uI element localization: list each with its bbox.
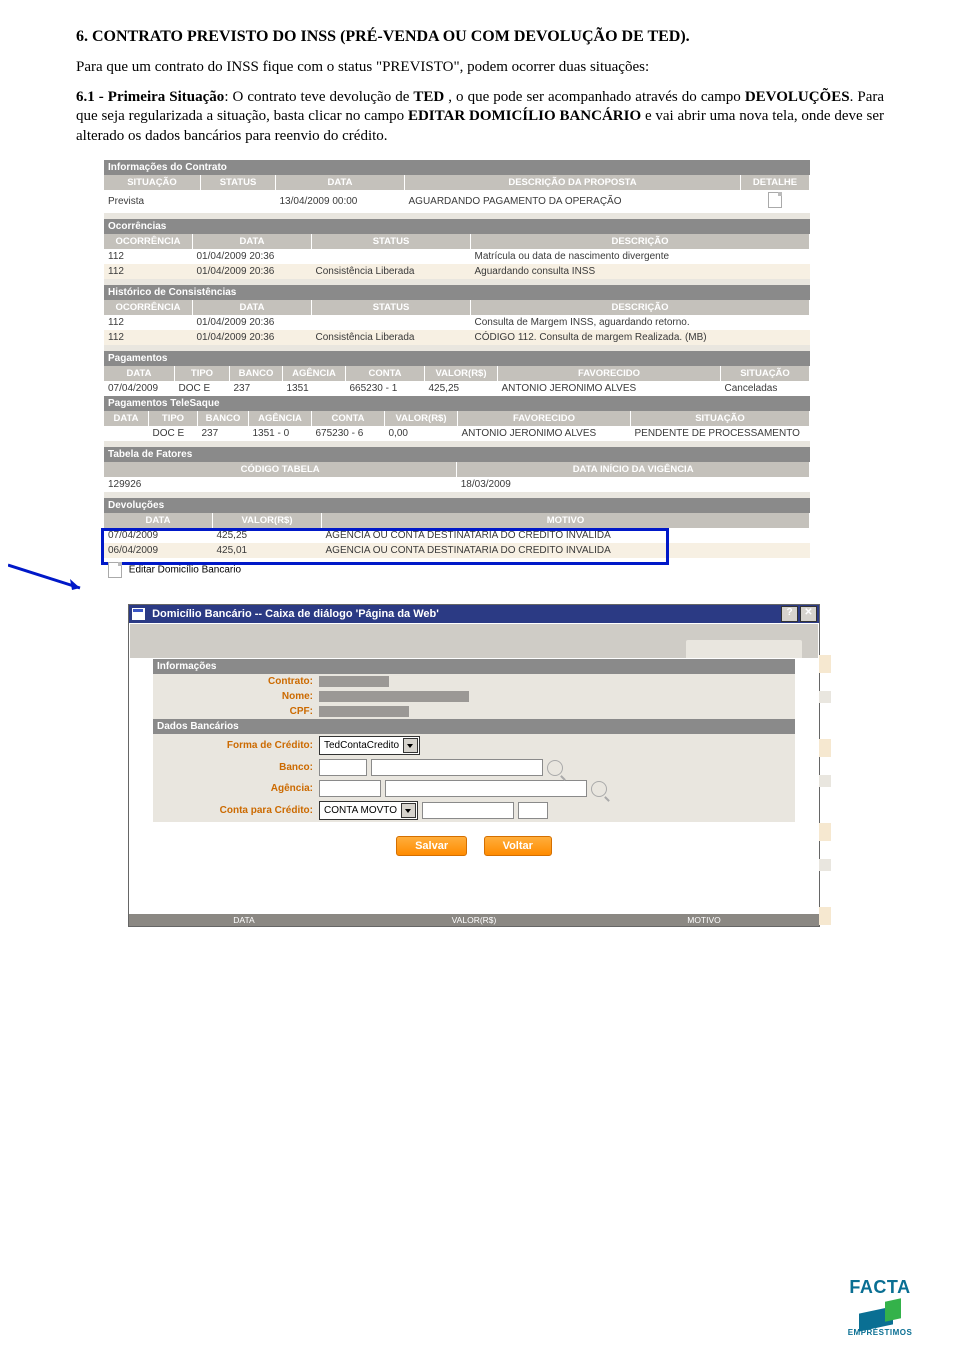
section-dados-bancarios: Dados Bancários — [153, 719, 795, 734]
facta-logo: FACTA EMPRÉSTIMOS — [830, 1277, 930, 1337]
callout-arrow-icon — [8, 560, 92, 600]
conta-num-input[interactable] — [422, 802, 514, 819]
conta-dig-input[interactable] — [518, 802, 548, 819]
salvar-button[interactable]: Salvar — [396, 836, 467, 856]
close-button[interactable]: ✕ — [800, 606, 817, 622]
banco-name-input[interactable] — [371, 759, 543, 776]
section-historico: Histórico de Consistências — [104, 285, 810, 300]
section-tabela-fatores: Tabela de Fatores — [104, 447, 810, 462]
dialog-footer: DATAVALOR(R$)MOTIVO — [129, 914, 819, 926]
table-historico: OCORRÊNCIA DATA STATUS DESCRIÇÃO 11201/0… — [104, 300, 810, 345]
dialog-title-text: Domicílio Bancário -- Caixa de diálogo '… — [152, 608, 439, 620]
dialog-domicilio-bancario: Domicílio Bancário -- Caixa de diálogo '… — [128, 604, 820, 927]
table-fatores: CÓDIGO TABELADATA INÍCIO DA VIGÊNCIA 129… — [104, 462, 810, 492]
edit-icon — [108, 562, 122, 578]
search-icon[interactable] — [591, 781, 607, 797]
banco-code-input[interactable] — [319, 759, 367, 776]
table-devolucoes: DATAVALOR(R$)MOTIVO 07/04/2009425,25AGEN… — [104, 513, 810, 558]
voltar-button[interactable]: Voltar — [484, 836, 552, 856]
decorative-stripes — [819, 655, 831, 925]
paragraph-intro: Para que um contrato do INSS fique com o… — [76, 58, 884, 78]
section-informacoes: Informações — [153, 659, 795, 674]
paragraph-61: 6.1 - Primeira Situação: O contrato teve… — [76, 88, 884, 147]
chevron-down-icon — [401, 803, 416, 818]
section-info-contrato: Informações do Contrato — [104, 160, 810, 175]
dialog-titlebar: Domicílio Bancário -- Caixa de diálogo '… — [129, 605, 819, 623]
section-ocorrencias: Ocorrências — [104, 219, 810, 234]
section-pagamentos: Pagamentos — [104, 351, 810, 366]
conta-credito-select[interactable]: CONTA MOVTO — [319, 801, 418, 820]
section-heading: 6. CONTRATO PREVISTO DO INSS (PRÉ-VENDA … — [76, 28, 884, 46]
table-info-contrato: SITUAÇÃO STATUS DATA DESCRIÇÃO DA PROPOS… — [104, 175, 810, 213]
agencia-code-input[interactable] — [319, 780, 381, 797]
section-devolucoes: Devoluções — [104, 498, 810, 513]
table-telesaque: DATA TIPO BANCO AGÊNCIA CONTA VALOR(R$) … — [104, 411, 810, 441]
table-pagamentos: DATA TIPO BANCO AGÊNCIA CONTA VALOR(R$) … — [104, 366, 810, 396]
chevron-down-icon — [403, 738, 418, 753]
detail-icon[interactable] — [768, 192, 782, 208]
forma-credito-select[interactable]: TedContaCredito — [319, 736, 420, 755]
editar-domicilio-link[interactable]: Editar Domicílio Bancario — [104, 558, 810, 582]
search-icon[interactable] — [547, 760, 563, 776]
section-telesaque: Pagamentos TeleSaque — [104, 396, 810, 411]
agencia-name-input[interactable] — [385, 780, 587, 797]
table-ocorrencias: OCORRÊNCIA DATA STATUS DESCRIÇÃO 11201/0… — [104, 234, 810, 279]
help-button[interactable]: ? — [781, 606, 798, 622]
